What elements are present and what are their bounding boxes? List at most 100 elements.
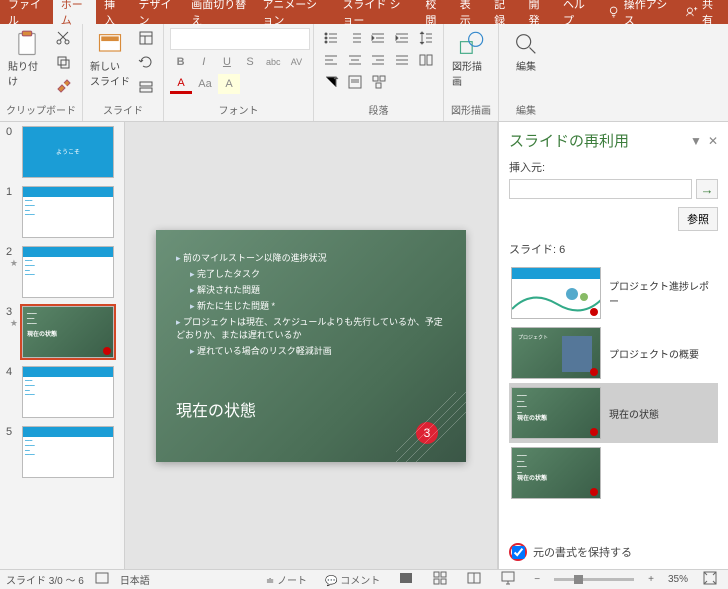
- spellcheck-icon[interactable]: [94, 570, 110, 589]
- keep-format-label: 元の書式を保持する: [533, 544, 632, 560]
- zoom-in-button[interactable]: +: [644, 574, 658, 585]
- copy-icon: [55, 54, 71, 70]
- reuse-item-title: プロジェクト進捗レポー: [609, 278, 716, 308]
- justify-button[interactable]: [391, 50, 413, 70]
- highlight-button[interactable]: A: [218, 74, 240, 94]
- align-left-icon: [323, 52, 339, 68]
- sorter-view-button[interactable]: [428, 570, 452, 589]
- spacing-button[interactable]: AV: [286, 52, 307, 72]
- fit-button[interactable]: [698, 570, 722, 589]
- slideshow-view-button[interactable]: [496, 570, 520, 589]
- drawing-btn-label: 図形描画: [452, 58, 490, 88]
- tell-me-label: 操作アシス: [624, 0, 669, 28]
- slide-bullet[interactable]: 解決された問題: [176, 283, 446, 296]
- reading-view-button[interactable]: [462, 570, 486, 589]
- zoom-level[interactable]: 35%: [668, 574, 688, 585]
- reset-button[interactable]: [135, 52, 157, 72]
- layout-button[interactable]: [135, 28, 157, 48]
- tell-me[interactable]: 操作アシス: [599, 0, 677, 32]
- slide-canvas[interactable]: 前のマイルストーン以降の進捗状況完了したタスク解決された問題新たに生じた問題 *…: [125, 122, 498, 569]
- thumbnail-item[interactable]: 3★━━━━━━━━━━━現在の状態: [0, 302, 124, 362]
- bold-button[interactable]: B: [170, 52, 191, 72]
- share-button[interactable]: 共有: [677, 0, 728, 32]
- section-button[interactable]: [135, 77, 157, 97]
- slide-bullet[interactable]: プロジェクトは現在、スケジュールよりも先行しているか、予定どおりか、または遅れて…: [176, 315, 446, 341]
- reuse-slides-panel: スライドの再利用 ▼ ✕ 挿入元: → 参照 スライド: 6 プロジェクト進捗レ…: [498, 122, 728, 569]
- indent-dec-button[interactable]: [368, 28, 390, 48]
- text-direction-button[interactable]: [320, 72, 342, 92]
- from-input[interactable]: [509, 179, 692, 199]
- align-left-button[interactable]: [320, 50, 342, 70]
- thumb-number: 3: [6, 306, 18, 318]
- align-right-button[interactable]: [368, 50, 390, 70]
- thumbnail-item[interactable]: 2★━━━━━━━━━━━━━: [0, 242, 124, 302]
- slide-bullet[interactable]: 遅れている場合のリスク軽減計画: [176, 344, 446, 357]
- slide-bullet[interactable]: 前のマイルストーン以降の進捗状況: [176, 251, 446, 264]
- line-spacing-button[interactable]: [415, 28, 437, 48]
- thumbnail-item[interactable]: 0ようこそ: [0, 122, 124, 182]
- thumb-number: 2: [6, 246, 18, 258]
- columns-button[interactable]: [415, 50, 437, 70]
- reuse-item[interactable]: ━━━━━━━━━━━━━現在の状態現在の状態: [509, 383, 718, 443]
- bullets-button[interactable]: [320, 28, 342, 48]
- indent-inc-button[interactable]: [391, 28, 413, 48]
- font-selectors[interactable]: [170, 28, 310, 50]
- slide-count-label: スライド: 6: [509, 241, 718, 257]
- underline-button[interactable]: U: [216, 52, 237, 72]
- thumbnail-item[interactable]: 4━━━━━━━━━━━━━: [0, 362, 124, 422]
- notes-button[interactable]: ≐ ノート: [262, 572, 311, 587]
- normal-view-button[interactable]: [394, 570, 418, 589]
- slide-bullet[interactable]: 新たに生じた問題 *: [176, 299, 446, 312]
- new-slide-button[interactable]: 新しい スライド: [89, 28, 131, 100]
- shapes-button[interactable]: 図形描画: [450, 28, 492, 100]
- align-text-button[interactable]: [344, 72, 366, 92]
- line-spacing-icon: [418, 30, 434, 46]
- align-center-button[interactable]: [344, 50, 366, 70]
- ribbon-editing: 編集 編集: [499, 24, 553, 121]
- editing-button[interactable]: 編集: [505, 28, 547, 100]
- keep-format-checkbox[interactable]: [512, 546, 525, 559]
- current-slide[interactable]: 前のマイルストーン以降の進捗状況完了したタスク解決された問題新たに生じた問題 *…: [156, 230, 466, 462]
- reuse-item[interactable]: ━━━━━━━━━━━━━現在の状態: [509, 443, 718, 503]
- change-case-button[interactable]: Aa: [194, 74, 216, 94]
- badge-dot-icon: [590, 368, 598, 376]
- go-button[interactable]: →: [696, 179, 718, 199]
- thumb-preview[interactable]: ようこそ: [22, 126, 114, 178]
- thumbnail-item[interactable]: 5━━━━━━━━━━━━━: [0, 422, 124, 482]
- font-color-button[interactable]: A: [170, 74, 192, 94]
- comments-button[interactable]: 💬 コメント: [321, 572, 384, 587]
- reuse-item[interactable]: プロジェクトプロジェクトの概要: [509, 323, 718, 383]
- thumb-preview[interactable]: ━━━━━━━━━━━━━: [22, 366, 114, 418]
- paragraph-label: 段落: [320, 100, 437, 117]
- shadow-button[interactable]: S: [240, 52, 261, 72]
- browse-button[interactable]: 参照: [678, 207, 718, 231]
- fit-icon: [702, 570, 718, 586]
- panel-dropdown-icon[interactable]: ▼: [690, 134, 702, 148]
- cut-button[interactable]: [52, 28, 74, 48]
- shapes-icon: [457, 30, 485, 58]
- numbering-button[interactable]: [344, 28, 366, 48]
- language-label[interactable]: 日本語: [120, 572, 150, 587]
- italic-button[interactable]: I: [193, 52, 214, 72]
- smartart-button[interactable]: [368, 72, 390, 92]
- brush-icon: [55, 79, 71, 95]
- badge-dot-icon: [103, 347, 111, 355]
- slide-bullet[interactable]: 完了したタスク: [176, 267, 446, 280]
- thumb-preview[interactable]: ━━━━━━━━━━━現在の状態: [22, 306, 114, 358]
- zoom-out-button[interactable]: −: [530, 574, 544, 585]
- thumb-preview[interactable]: ━━━━━━━━━━━━━: [22, 186, 114, 238]
- format-painter-button[interactable]: [52, 77, 74, 97]
- thumb-preview[interactable]: ━━━━━━━━━━━━━: [22, 426, 114, 478]
- tab-help[interactable]: ヘルプ: [555, 0, 599, 32]
- thumbnail-item[interactable]: 1━━━━━━━━━━━━━: [0, 182, 124, 242]
- paste-button[interactable]: 貼り付け: [6, 28, 48, 100]
- status-bar: スライド 3/0 ～ 6 日本語 ≐ ノート 💬 コメント − + 35%: [0, 569, 728, 589]
- copy-button[interactable]: [52, 52, 74, 72]
- strike-button[interactable]: abc: [263, 52, 284, 72]
- reuse-item[interactable]: プロジェクト進捗レポー: [509, 263, 718, 323]
- panel-close-icon[interactable]: ✕: [708, 134, 718, 148]
- sorter-view-icon: [432, 570, 448, 586]
- share-icon: [685, 4, 698, 20]
- thumb-preview[interactable]: ━━━━━━━━━━━━━: [22, 246, 114, 298]
- zoom-slider[interactable]: [554, 578, 634, 581]
